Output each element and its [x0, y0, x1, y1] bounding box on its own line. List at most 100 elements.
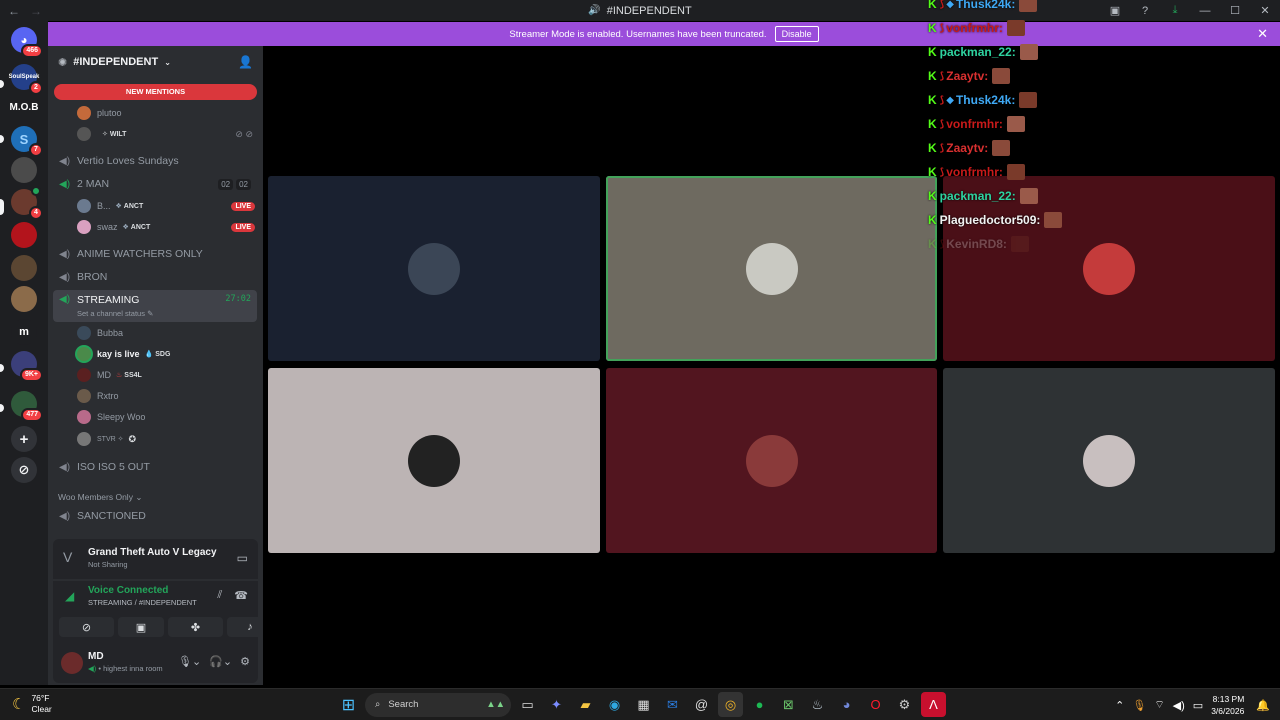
steam-icon[interactable]: ♨ — [805, 692, 830, 717]
server-folder-1[interactable]: 9K+ — [11, 351, 43, 382]
voice-user[interactable]: B... ❖ ANCT LIVE — [77, 196, 257, 216]
category-woo-members[interactable]: Woo Members Only ⌄ — [58, 492, 142, 503]
channel-bron[interactable]: ◀) BRON — [53, 266, 257, 288]
invite-people-icon[interactable]: 👤 — [238, 55, 253, 69]
settings-gear-icon[interactable]: ⚙ — [240, 655, 250, 668]
channel-sanctioned[interactable]: ◀) SANCTIONED — [53, 505, 257, 527]
participant-tile[interactable] — [268, 176, 600, 361]
disconnect-icon[interactable]: ☎ — [234, 589, 248, 602]
voice-user[interactable]: Bubba — [77, 323, 257, 343]
participant-tile[interactable] — [268, 368, 600, 553]
inbox-icon[interactable]: ▣ — [1100, 4, 1130, 17]
discover-button[interactable]: ⊘ — [11, 457, 37, 483]
share-screen-icon[interactable]: ▭ — [237, 551, 248, 565]
voice-user[interactable]: plutoo — [77, 103, 257, 123]
copilot-icon[interactable]: ✦ — [544, 692, 569, 717]
chat-message: K ⟆ vonfrmhr: — [928, 18, 1025, 38]
channel-status[interactable]: Set a channel status ✎ — [77, 309, 153, 318]
help-icon[interactable]: ? — [1130, 5, 1160, 17]
avatar[interactable] — [61, 652, 83, 674]
voice-user[interactable]: Rxtro — [77, 386, 257, 406]
participant-tile[interactable] — [943, 368, 1275, 553]
channel-vertio[interactable]: ◀) Vertio Loves Sundays — [53, 150, 257, 172]
new-mentions-bar[interactable]: NEW MENTIONS — [54, 84, 257, 100]
voice-status-subtitle[interactable]: STREAMING / #INDEPENDENT — [88, 598, 197, 607]
clock[interactable]: 8:13 PM 3/6/2026 — [1211, 693, 1244, 717]
server-icon-7[interactable] — [11, 255, 37, 281]
game-activity-panel: V Grand Theft Auto V Legacy Not Sharing … — [53, 539, 258, 579]
participant-tile[interactable] — [606, 368, 937, 553]
server-icon-8[interactable] — [11, 286, 37, 312]
weather-widget[interactable]: ☾ 76°F Clear — [12, 693, 52, 715]
volume-icon[interactable]: ◀) — [1173, 699, 1185, 712]
app-icon[interactable]: Λ — [921, 692, 946, 717]
channel-anime[interactable]: ◀) ANIME WATCHERS ONLY — [53, 243, 257, 265]
close-icon[interactable]: ✕ — [1257, 26, 1268, 42]
forward-arrow-icon[interactable]: → — [28, 4, 44, 18]
threads-icon[interactable]: @ — [689, 692, 714, 717]
windows-start-icon[interactable]: ⊞ — [336, 692, 361, 717]
guild-header[interactable]: ✺ #INDEPENDENT ⌄ 👤 — [48, 46, 263, 78]
voice-user[interactable]: STVR ✧ ✪ — [77, 429, 257, 449]
camera-off-button[interactable]: ⊘ — [59, 617, 114, 637]
server-m[interactable]: m — [11, 319, 37, 345]
user-name[interactable]: MD — [88, 651, 104, 662]
close-window-icon[interactable]: ✕ — [1250, 4, 1280, 17]
voice-user[interactable]: MD ♨ SS4L — [77, 365, 257, 385]
outlook-icon[interactable]: ✉ — [660, 692, 685, 717]
task-view-icon[interactable]: ▭ — [515, 692, 540, 717]
add-server-button[interactable]: + — [11, 426, 37, 452]
game-title: Grand Theft Auto V Legacy — [88, 547, 217, 558]
user-status: ◀) • highest inna room — [88, 664, 163, 673]
s-logo-icon: S — [19, 131, 29, 147]
speaker-icon: 🔊 — [588, 5, 601, 16]
muted-deafened-icons: ⊘ ⊘ — [235, 128, 253, 139]
voice-user[interactable]: swaz ❖ ANCT LIVE — [77, 217, 257, 237]
chrome-icon[interactable]: ◎ — [718, 692, 743, 717]
share-screen-button[interactable]: ▣ — [118, 617, 164, 637]
opera-icon[interactable]: O — [863, 692, 888, 717]
battery-icon[interactable]: ▭ — [1193, 699, 1203, 712]
server-badge: 7 — [29, 143, 43, 157]
user-name: plutoo — [97, 108, 122, 118]
noise-suppression-icon[interactable]: ⫽ — [217, 589, 222, 602]
activities-button[interactable]: ✤ — [168, 617, 223, 637]
server-mob[interactable]: M.O.B — [9, 94, 39, 120]
server-icon-4[interactable] — [11, 157, 37, 183]
notification-bell-icon[interactable]: 🔔 — [1256, 699, 1270, 712]
xbox-icon[interactable]: ⊠ — [776, 692, 801, 717]
channel-iso[interactable]: ◀) ISO ISO 5 OUT — [53, 456, 257, 478]
file-explorer-icon[interactable]: ▰ — [573, 692, 598, 717]
chevron-up-icon[interactable]: ⌃ — [1115, 699, 1124, 712]
settings-icon[interactable]: ⚙ — [892, 692, 917, 717]
server-soulspeak[interactable]: SoulSpeak 2 — [9, 64, 43, 95]
home-button[interactable]: ◕ 466 — [11, 27, 43, 58]
server-folder-2[interactable]: 477 — [11, 391, 43, 422]
wifi-icon[interactable]: ⌔ — [1154, 698, 1164, 712]
discord-icon[interactable]: ◕ — [834, 692, 859, 717]
server-icon-6[interactable] — [11, 222, 37, 248]
voice-user[interactable]: Sleepy Woo — [77, 407, 257, 427]
voice-user[interactable]: kay is live 💧 SDG — [77, 344, 257, 364]
server-icon-5[interactable]: 4 — [11, 186, 43, 220]
back-arrow-icon[interactable]: ← — [6, 4, 22, 18]
minimize-icon[interactable]: — — [1190, 5, 1220, 17]
store-icon[interactable]: ▦ — [631, 692, 656, 717]
signal-icon[interactable]: ◢ — [65, 589, 74, 603]
channel-2-man[interactable]: ◀) 2 MAN 02 02 — [53, 173, 257, 195]
disable-streamer-mode-button[interactable]: Disable — [774, 26, 819, 42]
microphone-icon[interactable]: 🎙⌄ — [178, 655, 201, 668]
server-icon-3[interactable]: S 7 — [11, 126, 43, 157]
spotify-icon[interactable]: ● — [747, 692, 772, 717]
download-icon[interactable]: ⤓ — [1160, 4, 1190, 17]
microphone-icon[interactable]: 🎙 — [1132, 699, 1146, 712]
soundboard-button[interactable]: ♪ — [227, 617, 263, 637]
kick-logo-icon: K — [928, 165, 937, 179]
voice-user[interactable]: ✧ WILT ⊘ ⊘ — [77, 124, 257, 144]
maximize-icon[interactable]: ☐ — [1220, 4, 1250, 17]
edge-icon[interactable]: ◉ — [602, 692, 627, 717]
headphones-icon[interactable]: 🎧⌄ — [209, 655, 232, 668]
search-box[interactable]: ⌕ Search ▲▲ — [365, 692, 511, 717]
user-name: Rxtro — [97, 391, 119, 401]
participant-tile[interactable] — [606, 176, 937, 361]
